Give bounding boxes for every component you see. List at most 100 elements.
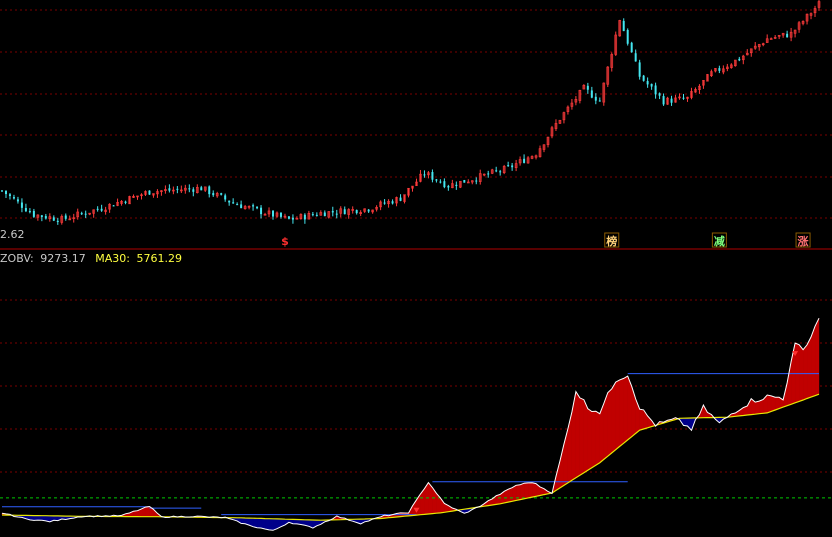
- zobv-fill-segment: [770, 395, 776, 412]
- zobv-fill-segment: [571, 391, 577, 481]
- signal-marker-label: $: [281, 235, 289, 248]
- candle-body: [252, 205, 255, 207]
- candle-body: [44, 216, 47, 219]
- candle-body: [8, 194, 11, 197]
- price-panel: [1, 0, 821, 225]
- candle-body: [738, 58, 741, 61]
- signal-marker-label: 涨: [798, 234, 809, 248]
- candle-body: [682, 97, 685, 99]
- candle-body: [80, 213, 83, 215]
- zobv-fill-segment: [683, 417, 688, 427]
- candle-body: [495, 170, 498, 172]
- candle-body: [32, 210, 35, 217]
- zobv-fill-segment: [260, 518, 266, 530]
- candle-body: [56, 220, 59, 222]
- candle-body: [323, 212, 326, 217]
- ma30-value: 5761.29: [136, 252, 182, 265]
- candle-body: [272, 210, 275, 217]
- zobv-fill-segment: [256, 518, 262, 529]
- candle-body: [431, 172, 434, 180]
- ma30-name: MA30:: [95, 252, 130, 265]
- zobv-fill-segment: [806, 336, 812, 399]
- zobv-fill-segment: [432, 486, 437, 514]
- candle-body: [287, 216, 290, 219]
- candle-body: [40, 215, 43, 218]
- zobv-series-line: [1, 317, 820, 531]
- candle-body: [96, 208, 99, 210]
- signal-markers: $ 榜 减 涨: [281, 232, 811, 248]
- candle-body: [52, 217, 55, 221]
- candle-body: [786, 33, 789, 38]
- candle-body: [463, 180, 466, 183]
- candle-body: [335, 213, 338, 215]
- candle-body: [447, 185, 450, 188]
- candle-body: [630, 42, 633, 53]
- zobv-fill-segment: [583, 399, 589, 474]
- zobv-fill-segment: [747, 398, 752, 416]
- candle-body: [20, 202, 23, 208]
- zobv-fill-segment: [814, 318, 820, 396]
- zobv-fill-segment: [527, 482, 533, 499]
- price-axis-label: 2.62: [0, 228, 25, 241]
- candle-body: [331, 211, 334, 213]
- indicator-legend: ZOBV: 9273.17 MA30: 5761.29: [0, 252, 182, 265]
- candle-body: [224, 195, 227, 200]
- candle-body: [64, 215, 67, 219]
- candle-body: [220, 193, 223, 195]
- candle-body: [662, 96, 665, 105]
- zobv-fill-segment: [567, 411, 573, 484]
- candle-body: [594, 96, 597, 101]
- candle-body: [232, 202, 235, 204]
- candle-body: [399, 197, 402, 201]
- candle-body: [208, 186, 211, 195]
- candle-body: [100, 208, 103, 211]
- zobv-fill-segment: [579, 397, 585, 476]
- zobv-fill-segment: [264, 518, 270, 531]
- candle-body: [650, 83, 653, 87]
- zobv-fill-segment: [575, 390, 581, 479]
- candle-body: [188, 188, 191, 190]
- candle-body: [391, 201, 394, 204]
- signal-marker: 减: [711, 232, 727, 248]
- candle-body: [383, 202, 386, 204]
- candle-body: [507, 165, 510, 167]
- candle-body: [200, 187, 203, 191]
- candle-body: [311, 214, 314, 216]
- candle-body: [343, 209, 346, 215]
- zobv-fill-segment: [240, 517, 246, 525]
- candle-body: [260, 207, 263, 215]
- candle-body: [487, 173, 490, 175]
- candle-body: [455, 184, 458, 187]
- zobv-fill-segment: [755, 400, 760, 415]
- zobv-fill-segment: [595, 410, 601, 466]
- candle-body: [718, 68, 721, 71]
- candle-body: [303, 214, 306, 220]
- candle-body: [176, 188, 179, 190]
- candle-body: [355, 210, 358, 214]
- zobv-fill-segment: [798, 344, 804, 402]
- candle-body: [626, 29, 629, 44]
- zobv-fill-segment: [810, 326, 816, 398]
- candle-body: [240, 204, 243, 209]
- candle-body: [439, 181, 442, 183]
- zobv-fill-segment: [802, 344, 808, 401]
- zobv-fill-segment: [786, 361, 792, 406]
- zobv-fill-segment: [523, 482, 529, 500]
- zobv-fill-segment: [587, 408, 593, 471]
- zobv-fill-segment: [252, 517, 258, 528]
- stock-chart: $ 榜 减 涨 2.62 ZOBV: 9273.17 MA30: 5761.29: [0, 0, 832, 537]
- candle-body: [367, 209, 370, 212]
- candle-body: [279, 212, 282, 217]
- candle-body: [28, 211, 31, 213]
- candle-body: [590, 90, 593, 98]
- zobv-fill-segment: [519, 482, 525, 500]
- candle-body: [148, 190, 151, 195]
- candle-body: [475, 180, 478, 182]
- zobv-fill-segment: [623, 375, 628, 444]
- signal-marker: 涨: [795, 232, 811, 248]
- zobv-fill-segment: [268, 518, 274, 531]
- candle-body: [24, 207, 27, 212]
- candle-body: [124, 201, 127, 203]
- zobv-fill-segment: [611, 381, 616, 454]
- candle-body: [192, 189, 195, 192]
